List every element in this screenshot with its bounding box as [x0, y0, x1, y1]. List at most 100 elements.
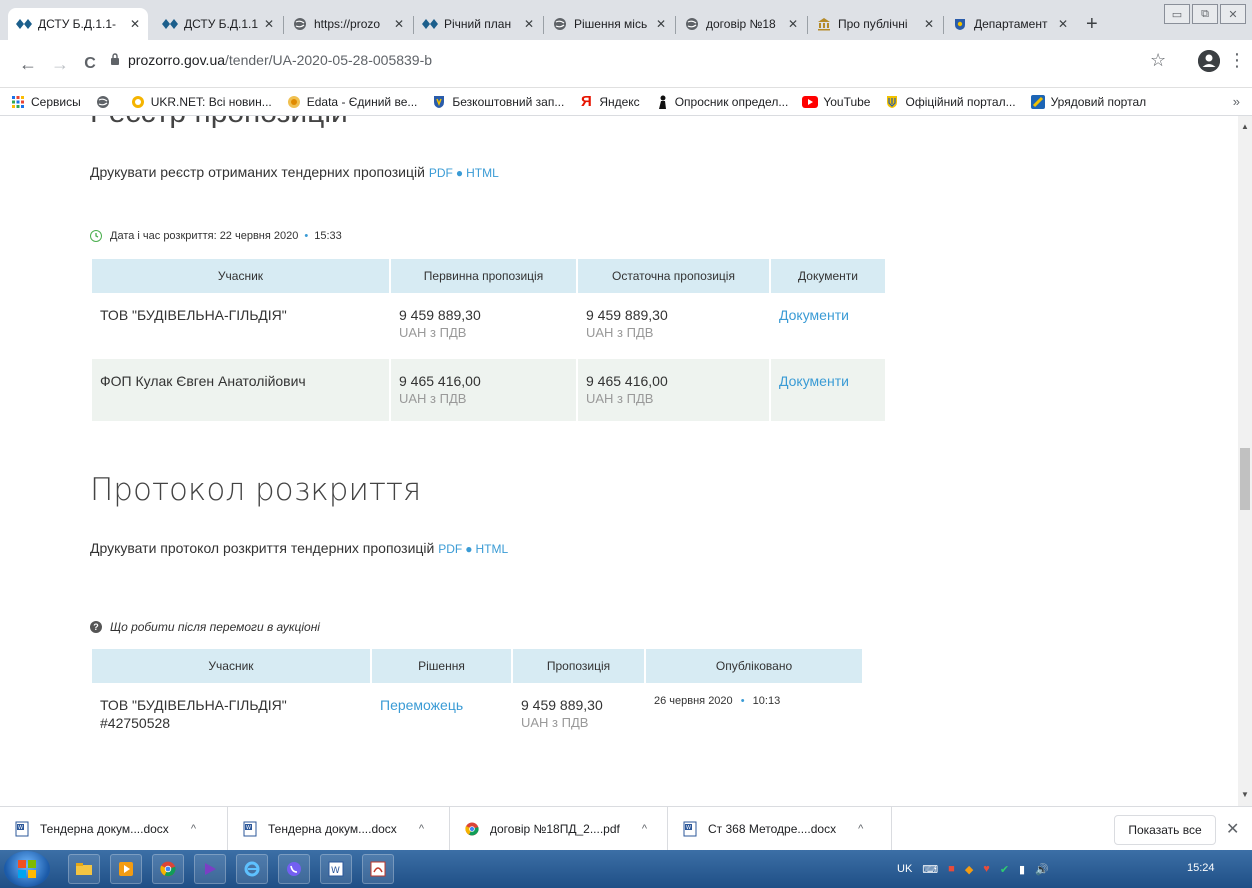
download-item[interactable]: W Тендерна докум....docx ^ — [0, 806, 228, 851]
table-header-row: Учасник Первинна пропозиція Остаточна пр… — [92, 259, 885, 293]
address-bar[interactable]: prozorro.gov.ua/tender/UA-2020-05-28-005… — [110, 44, 1120, 76]
reload-button[interactable]: C — [78, 52, 102, 76]
url-host: prozorro.gov.ua — [128, 52, 226, 68]
forward-button[interactable]: → — [48, 52, 72, 76]
column-header: Рішення — [371, 649, 513, 683]
tab-0[interactable]: ДСТУ Б.Д.1.1- ✕ — [8, 8, 148, 40]
taskbar-clock[interactable]: 15:24 — [1187, 862, 1215, 874]
keyboard-icon[interactable]: ⌨ — [922, 863, 938, 876]
bookmark-edata[interactable]: Edata - Єдиний ве... — [286, 94, 418, 110]
tab-2[interactable]: https://prozo ✕ — [284, 8, 412, 40]
scroll-up-arrow-icon[interactable]: ▲ — [1241, 122, 1249, 131]
close-icon[interactable]: ✕ — [264, 17, 274, 31]
download-item[interactable]: W Тендерна докум....docx ^ — [228, 806, 450, 851]
media-player-icon[interactable] — [110, 854, 142, 884]
windows-start-button[interactable] — [4, 851, 50, 887]
tab-5[interactable]: договір №18 ✕ — [676, 8, 806, 40]
show-all-downloads-button[interactable]: Показать все — [1114, 815, 1216, 845]
vertical-scrollbar[interactable]: ▲ ▼ — [1238, 116, 1252, 806]
chevron-up-icon[interactable]: ^ — [191, 823, 196, 835]
decision-link[interactable]: Переможець — [380, 697, 463, 713]
protocol-pdf-link[interactable]: PDF — [438, 542, 462, 556]
tab-title: Рішення місь — [574, 17, 648, 31]
browser-menu-icon[interactable]: ⋮ — [1228, 50, 1246, 71]
bookmark-ukrnet[interactable]: UKR.NET: Всі новин... — [130, 94, 272, 110]
explorer-icon[interactable] — [68, 854, 100, 884]
new-tab-button[interactable]: + — [1086, 14, 1098, 34]
pdf-reader-icon[interactable] — [362, 854, 394, 884]
tab-7[interactable]: Департамент ✕ — [944, 8, 1076, 40]
after-win-help-link[interactable]: ? Що робити після перемоги в аукціоні — [90, 620, 320, 634]
antivirus-icon[interactable]: ◆ — [965, 863, 973, 876]
protocol-html-link[interactable]: HTML — [476, 542, 509, 556]
close-shelf-icon[interactable]: ✕ — [1226, 819, 1239, 839]
bookmark-label: Сервисы — [31, 94, 81, 109]
bookmark-official-portal[interactable]: Офіційний портал... — [884, 94, 1016, 110]
tab-3[interactable]: Річний план ✕ — [414, 8, 542, 40]
close-icon[interactable]: ✕ — [1058, 17, 1068, 31]
tab-1[interactable]: ДСТУ Б.Д.1.1- ✕ — [154, 8, 282, 40]
bookmark-free[interactable]: Безкоштовний зап... — [431, 94, 564, 110]
register-pdf-link[interactable]: PDF — [429, 166, 453, 180]
scrollbar-thumb[interactable] — [1240, 448, 1250, 510]
bookmark-globe[interactable] — [95, 94, 116, 110]
column-header: Учасник — [92, 649, 372, 683]
chevron-up-icon[interactable]: ^ — [419, 823, 424, 835]
print-protocol-text: Друкувати протокол розкриття тендерних п… — [90, 540, 435, 556]
download-shelf: W Тендерна докум....docx ^ W Тендерна до… — [0, 806, 1252, 851]
update-icon[interactable]: ✔ — [1000, 863, 1009, 876]
ccleaner-icon[interactable]: ■ — [948, 863, 955, 875]
close-icon[interactable]: ✕ — [524, 17, 534, 31]
more-bookmarks-button[interactable]: » — [1233, 94, 1240, 109]
close-icon[interactable]: ✕ — [394, 17, 404, 31]
play-icon[interactable] — [194, 854, 226, 884]
page-viewport: Реєстр пропозицій Друкувати реєстр отрим… — [0, 116, 1238, 806]
close-icon[interactable]: ✕ — [656, 17, 666, 31]
initial-bid: 9 459 889,30 UAH з ПДВ — [390, 293, 578, 359]
chrome-icon[interactable] — [152, 854, 184, 884]
close-icon[interactable]: ✕ — [924, 17, 934, 31]
shield-tray-icon[interactable]: ♥ — [983, 863, 990, 875]
tab-4[interactable]: Рішення місь ✕ — [544, 8, 674, 40]
language-indicator[interactable]: UK — [897, 863, 912, 875]
close-icon[interactable]: ✕ — [130, 17, 140, 31]
restore-button[interactable]: ⧉ — [1192, 4, 1218, 24]
column-header: Опубліковано — [645, 649, 862, 683]
bookmark-services[interactable]: Сервисы — [10, 94, 81, 110]
bookmark-youtube[interactable]: YouTube — [802, 94, 870, 110]
scroll-down-arrow-icon[interactable]: ▼ — [1241, 790, 1249, 799]
globe-icon — [95, 94, 111, 110]
register-html-link[interactable]: HTML — [466, 166, 499, 180]
network-icon[interactable]: ▮ — [1019, 863, 1025, 876]
bookmark-survey[interactable]: Опросник определ... — [654, 94, 788, 110]
viber-icon[interactable] — [278, 854, 310, 884]
tab-6[interactable]: Про публічні ✕ — [808, 8, 942, 40]
bookmark-star-icon[interactable]: ☆ — [1150, 50, 1166, 71]
chevron-up-icon[interactable]: ^ — [642, 823, 647, 835]
window-controls: ▭ ⧉ ✕ — [1162, 4, 1246, 24]
tab-title: Річний план — [444, 17, 512, 31]
column-header: Остаточна пропозиція — [577, 259, 771, 293]
back-button[interactable]: ← — [16, 52, 40, 76]
bookmark-gov-portal[interactable]: Урядовий портал — [1030, 94, 1146, 110]
documents-link[interactable]: Документи — [779, 373, 849, 389]
internet-explorer-icon[interactable] — [236, 854, 268, 884]
minimize-button[interactable]: ▭ — [1164, 4, 1190, 24]
profile-avatar-icon[interactable] — [1198, 50, 1220, 72]
bookmark-yandex[interactable]: Я Яндекс — [578, 93, 640, 110]
help-text: Що робити після перемоги в аукціоні — [110, 620, 320, 634]
print-protocol-line: Друкувати протокол розкриття тендерних п… — [90, 540, 508, 556]
documents-link[interactable]: Документи — [779, 307, 849, 323]
print-register-text: Друкувати реєстр отриманих тендерних про… — [90, 164, 425, 180]
chevron-up-icon[interactable]: ^ — [858, 823, 863, 835]
bookmark-label: Edata - Єдиний ве... — [306, 94, 418, 109]
opening-date-label: Дата і час розкриття: 22 червня 2020 — [110, 230, 299, 242]
word-icon[interactable]: W — [320, 854, 352, 884]
close-icon[interactable]: ✕ — [788, 17, 798, 31]
volume-icon[interactable]: 🔊 — [1035, 863, 1049, 876]
window-close-button[interactable]: ✕ — [1220, 4, 1246, 24]
amount: 9 459 889,30 — [521, 697, 603, 713]
download-item[interactable]: W Ст 368 Методре....docx ^ — [668, 806, 892, 851]
word-doc-icon: W — [14, 821, 30, 837]
download-item[interactable]: договір №18ПД_2....pdf ^ — [450, 806, 668, 851]
